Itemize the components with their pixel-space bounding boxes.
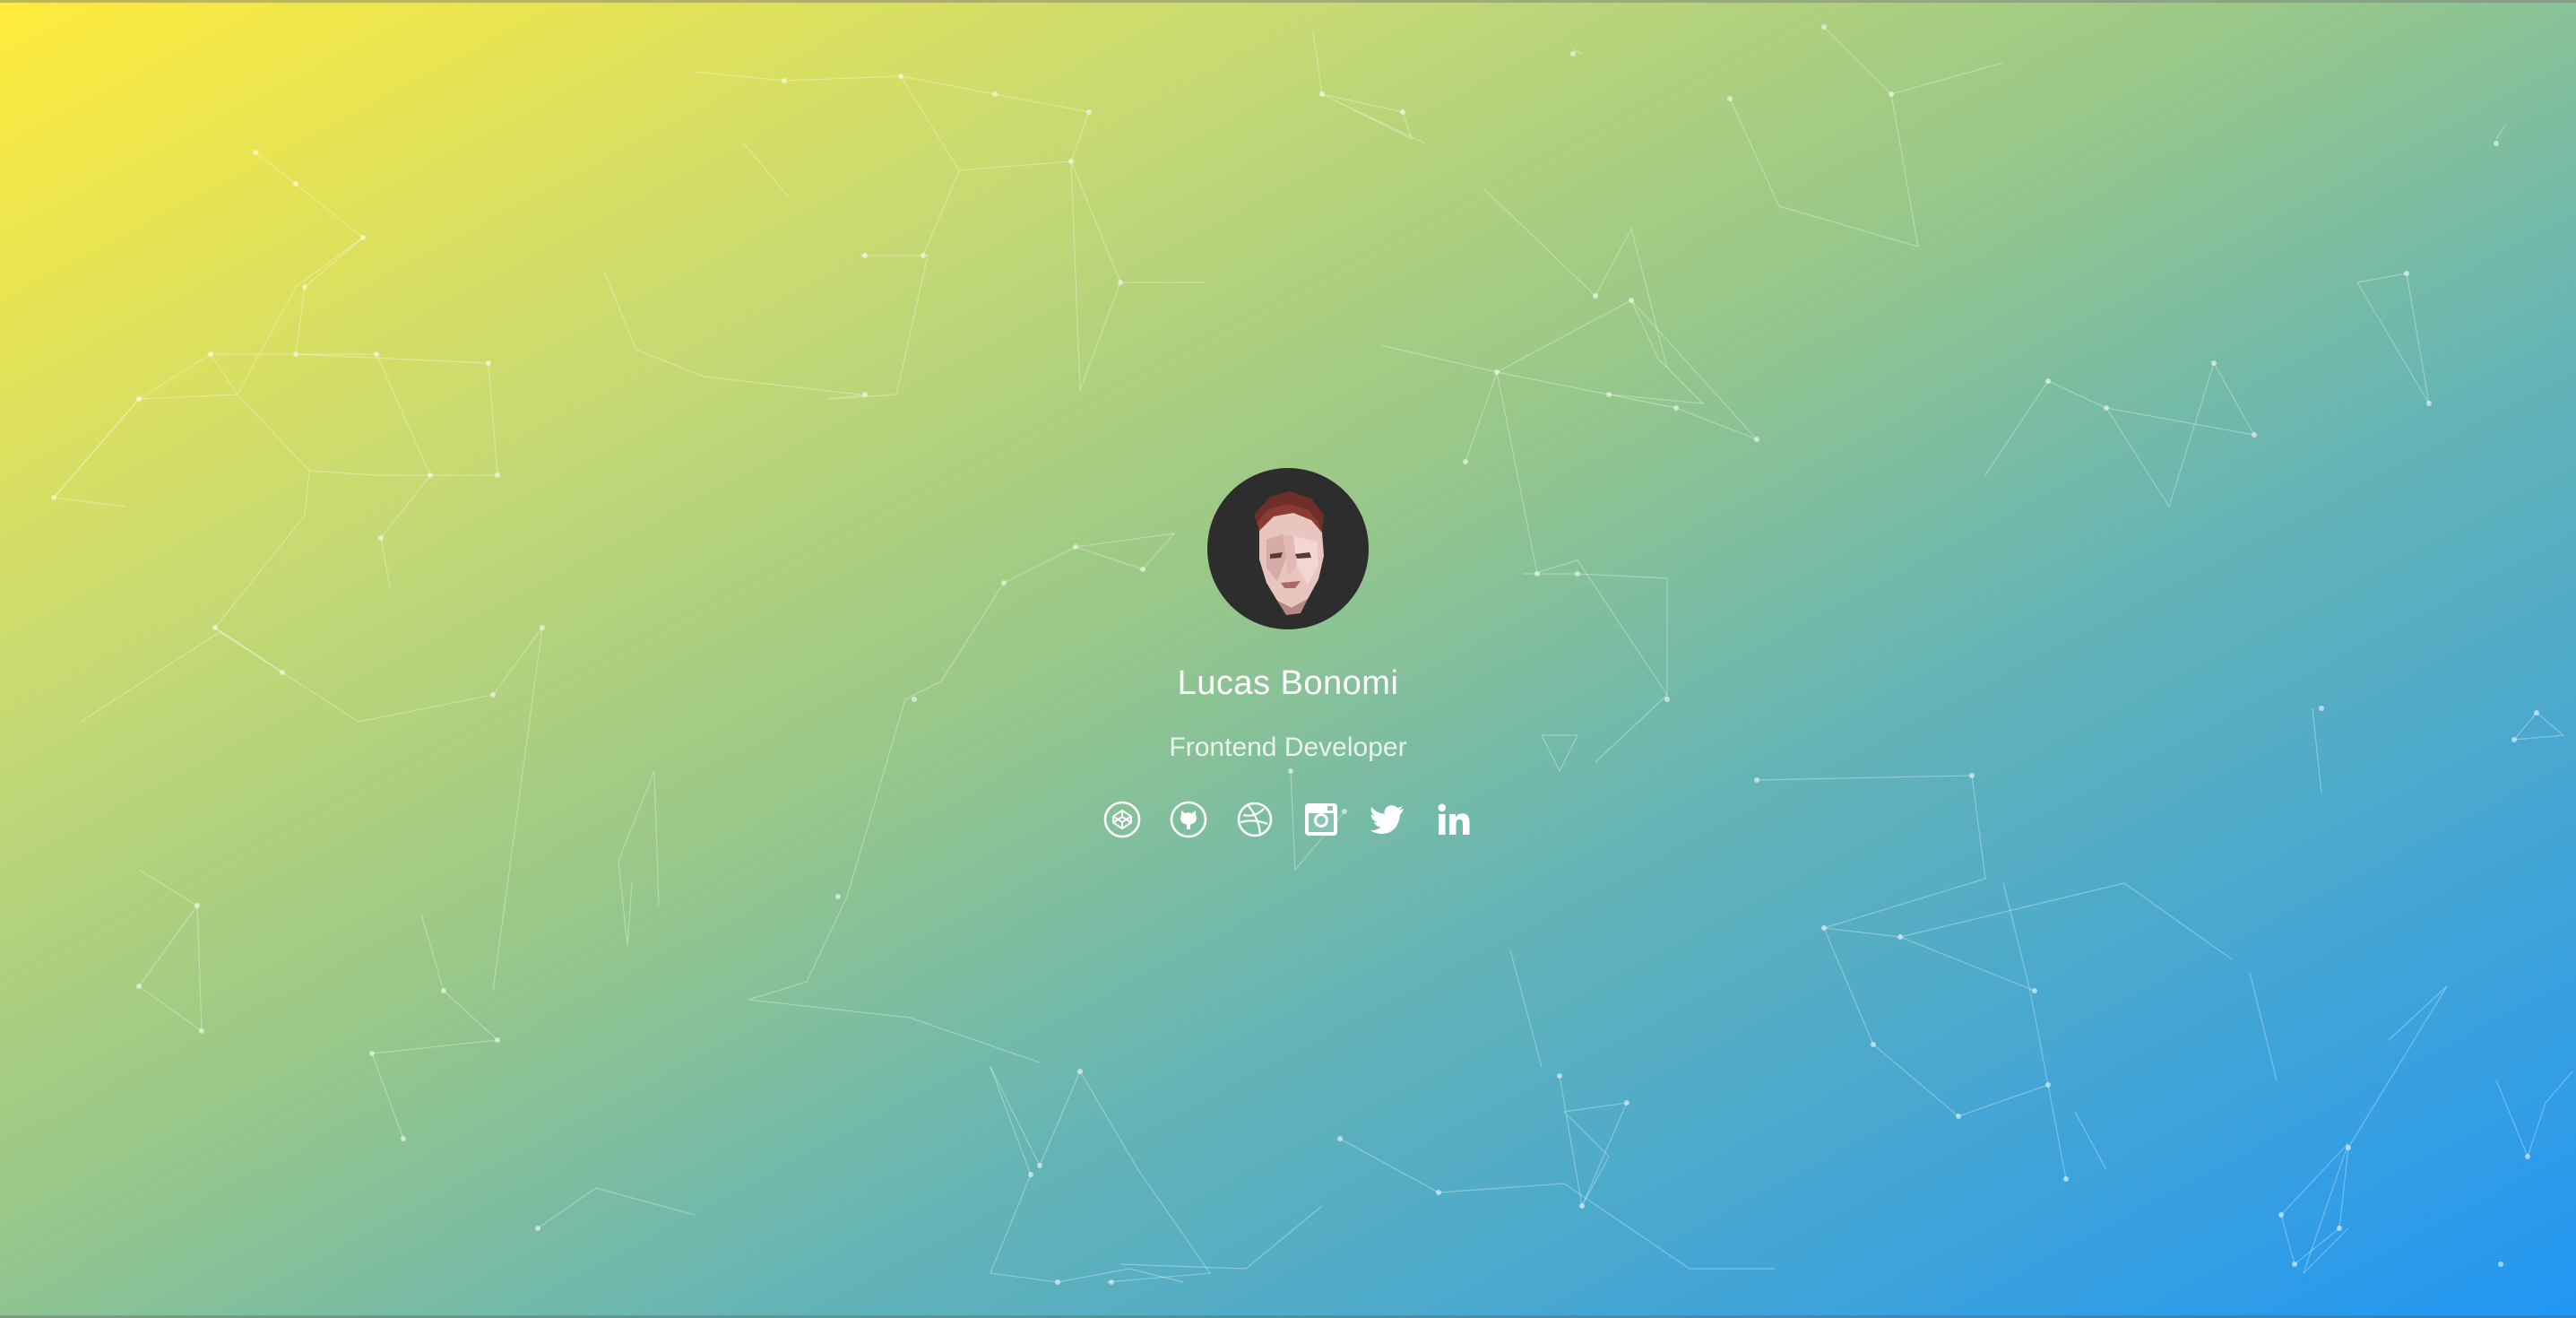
instagram-link[interactable]: [1301, 800, 1341, 839]
codepen-icon: [1103, 801, 1141, 838]
profile-card: Lucas Bonomi Frontend Developer: [0, 468, 2576, 841]
social-links: [0, 800, 2576, 841]
profile-role: Frontend Developer: [1169, 733, 1407, 762]
twitter-icon: [1370, 805, 1404, 834]
avatar: [1207, 468, 1369, 629]
linkedin-link[interactable]: [1434, 800, 1474, 839]
github-link[interactable]: [1169, 800, 1208, 839]
github-icon: [1170, 801, 1207, 838]
codepen-link[interactable]: [1102, 800, 1142, 839]
profile-name: Lucas Bonomi: [1177, 664, 1399, 702]
dribbble-icon: [1237, 802, 1273, 837]
instagram-icon: [1305, 803, 1337, 836]
twitter-link[interactable]: [1368, 800, 1407, 839]
avatar-portrait-image: [1207, 468, 1369, 629]
page-background: Lucas Bonomi Frontend Developer: [0, 0, 2576, 1318]
linkedin-icon: [1438, 803, 1470, 835]
dribbble-link[interactable]: [1235, 800, 1275, 839]
